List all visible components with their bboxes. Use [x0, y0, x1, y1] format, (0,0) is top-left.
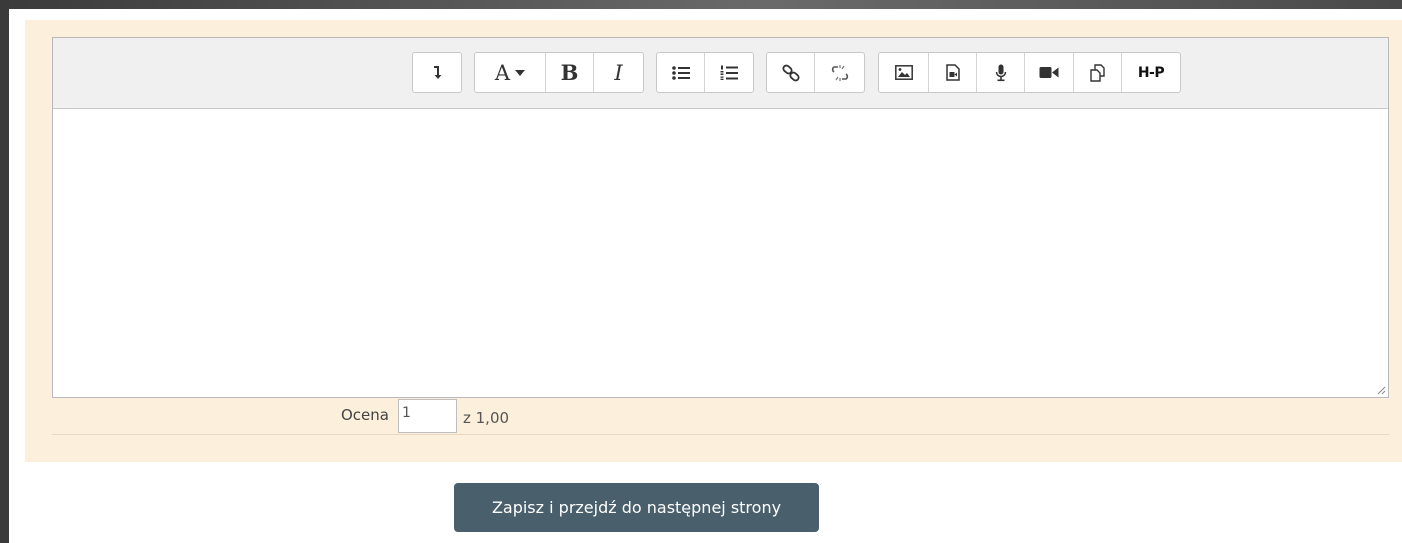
image-icon — [894, 65, 913, 80]
insert-media-button[interactable] — [929, 53, 977, 92]
record-audio-button[interactable] — [977, 53, 1025, 92]
h5p-button[interactable]: H-P — [1122, 53, 1180, 92]
video-icon — [1039, 67, 1059, 78]
toolbar-group-links — [766, 52, 865, 93]
bold-button[interactable]: B — [546, 53, 594, 92]
text-editor: A B I H-P — [52, 37, 1389, 398]
bold-icon: B — [560, 60, 579, 85]
window-left-bar — [0, 0, 9, 543]
insert-image-button[interactable] — [879, 53, 929, 92]
ordered-list-button[interactable] — [705, 53, 753, 92]
chevron-down-icon — [515, 69, 526, 76]
toolbar-group-collapse — [412, 52, 462, 93]
manage-files-icon — [1089, 63, 1105, 82]
microphone-icon — [995, 64, 1006, 81]
h5p-icon: H-P — [1137, 64, 1165, 81]
unlink-button[interactable] — [815, 53, 864, 92]
toolbar-group-media: H-P — [878, 52, 1181, 93]
link-button[interactable] — [767, 53, 815, 92]
grade-max-label: z 1,00 — [463, 409, 510, 427]
grade-label: Ocena — [341, 406, 389, 424]
media-icon — [945, 64, 960, 81]
ordered-list-icon — [720, 65, 738, 80]
editor-content-area[interactable] — [53, 109, 1388, 397]
italic-button[interactable]: I — [594, 53, 643, 92]
toolbar-group-lists — [656, 52, 754, 93]
toolbar-group-style: A B I — [474, 52, 644, 93]
record-video-button[interactable] — [1025, 53, 1074, 92]
italic-icon: I — [614, 60, 623, 85]
unlink-icon — [831, 64, 848, 81]
unordered-list-icon — [671, 65, 690, 80]
save-and-next-button[interactable]: Zapisz i przejdź do następnej strony — [454, 483, 819, 532]
resize-grip-icon[interactable] — [1376, 385, 1386, 395]
show-more-button[interactable] — [413, 53, 461, 92]
grade-input[interactable] — [398, 399, 457, 433]
show-more-icon — [434, 65, 442, 79]
font-icon: A — [494, 60, 511, 85]
manage-files-button[interactable] — [1074, 53, 1122, 92]
font-style-button[interactable]: A — [475, 53, 546, 92]
panel-divider — [52, 434, 1389, 435]
link-icon — [781, 64, 800, 81]
window-top-bar — [0, 0, 1402, 9]
unordered-list-button[interactable] — [657, 53, 705, 92]
editor-toolbar: A B I H-P — [53, 38, 1388, 109]
